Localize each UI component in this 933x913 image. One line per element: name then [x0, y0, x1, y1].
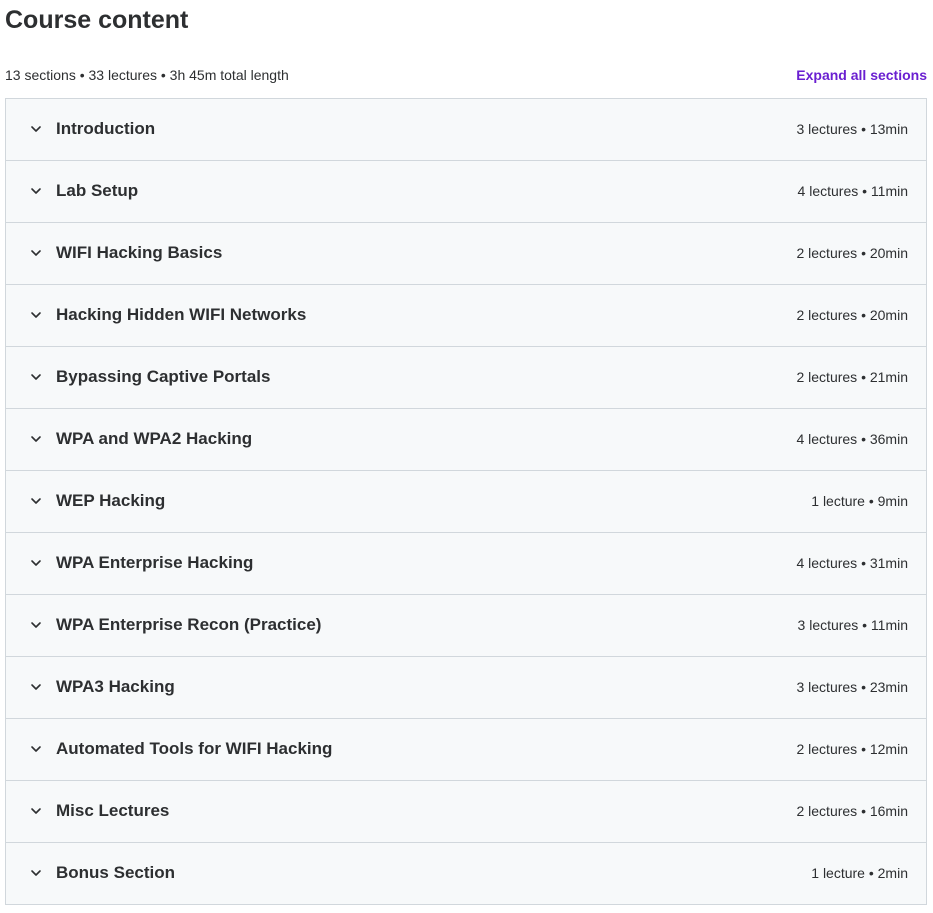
- section-row[interactable]: Misc Lectures 2 lectures • 16min: [6, 781, 926, 843]
- section-title: Bonus Section: [56, 863, 176, 882]
- section-meta: 2 lectures • 12min: [796, 741, 908, 757]
- section-title: WPA3 Hacking: [56, 677, 175, 696]
- section-meta: 4 lectures • 36min: [796, 431, 908, 447]
- chevron-down-icon: [29, 432, 43, 446]
- chevron-down-icon: [29, 308, 43, 322]
- chevron-down-icon: [29, 184, 43, 198]
- section-row[interactable]: WEP Hacking 1 lecture • 9min: [6, 471, 926, 533]
- section-row[interactable]: Bonus Section 1 lecture • 2min: [6, 843, 926, 905]
- course-summary-row: 13 sections • 33 lectures • 3h 45m total…: [5, 64, 927, 86]
- page-title: Course content: [5, 6, 189, 34]
- section-title: Introduction: [56, 119, 156, 138]
- section-meta: 1 lecture • 9min: [811, 493, 908, 509]
- chevron-down-icon: [29, 742, 43, 756]
- section-meta: 3 lectures • 11min: [797, 617, 908, 633]
- section-meta: 2 lectures • 20min: [796, 245, 908, 261]
- chevron-down-icon: [29, 494, 43, 508]
- chevron-down-icon: [29, 556, 43, 570]
- section-meta: 4 lectures • 31min: [796, 555, 908, 571]
- section-title: Misc Lectures: [56, 801, 170, 820]
- section-row[interactable]: WPA Enterprise Hacking 4 lectures • 31mi…: [6, 533, 926, 595]
- course-summary: 13 sections • 33 lectures • 3h 45m total…: [5, 67, 289, 83]
- section-meta: 1 lecture • 2min: [811, 865, 908, 881]
- section-title: WPA Enterprise Recon (Practice): [56, 615, 322, 634]
- chevron-down-icon: [29, 122, 43, 136]
- section-meta: 3 lectures • 23min: [796, 679, 908, 695]
- section-row[interactable]: WIFI Hacking Basics 2 lectures • 20min: [6, 223, 926, 285]
- section-row[interactable]: Introduction 3 lectures • 13min: [6, 99, 926, 161]
- section-title: Automated Tools for WIFI Hacking: [56, 739, 333, 758]
- section-title: WPA Enterprise Hacking: [56, 553, 254, 572]
- chevron-down-icon: [29, 618, 43, 632]
- section-meta: 2 lectures • 20min: [796, 307, 908, 323]
- chevron-down-icon: [29, 804, 43, 818]
- section-row[interactable]: Bypassing Captive Portals 2 lectures • 2…: [6, 347, 926, 409]
- section-title: Lab Setup: [56, 181, 139, 200]
- section-meta: 2 lectures • 21min: [796, 369, 908, 385]
- section-title: WIFI Hacking Basics: [56, 243, 223, 262]
- section-row[interactable]: Lab Setup 4 lectures • 11min: [6, 161, 926, 223]
- section-title: Hacking Hidden WIFI Networks: [56, 305, 307, 324]
- expand-all-sections-button[interactable]: Expand all sections: [796, 67, 927, 83]
- chevron-down-icon: [29, 680, 43, 694]
- chevron-down-icon: [29, 866, 43, 880]
- section-meta: 2 lectures • 16min: [796, 803, 908, 819]
- section-title: WPA and WPA2 Hacking: [56, 429, 253, 448]
- section-row[interactable]: WPA3 Hacking 3 lectures • 23min: [6, 657, 926, 719]
- section-row[interactable]: Hacking Hidden WIFI Networks 2 lectures …: [6, 285, 926, 347]
- section-title: WEP Hacking: [56, 491, 166, 510]
- section-row[interactable]: Automated Tools for WIFI Hacking 2 lectu…: [6, 719, 926, 781]
- chevron-down-icon: [29, 246, 43, 260]
- section-row[interactable]: WPA and WPA2 Hacking 4 lectures • 36min: [6, 409, 926, 471]
- section-list: Introduction 3 lectures • 13min Lab Setu…: [5, 98, 927, 905]
- section-meta: 3 lectures • 13min: [796, 121, 908, 137]
- section-row[interactable]: WPA Enterprise Recon (Practice) 3 lectur…: [6, 595, 926, 657]
- section-meta: 4 lectures • 11min: [797, 183, 908, 199]
- section-title: Bypassing Captive Portals: [56, 367, 271, 386]
- chevron-down-icon: [29, 370, 43, 384]
